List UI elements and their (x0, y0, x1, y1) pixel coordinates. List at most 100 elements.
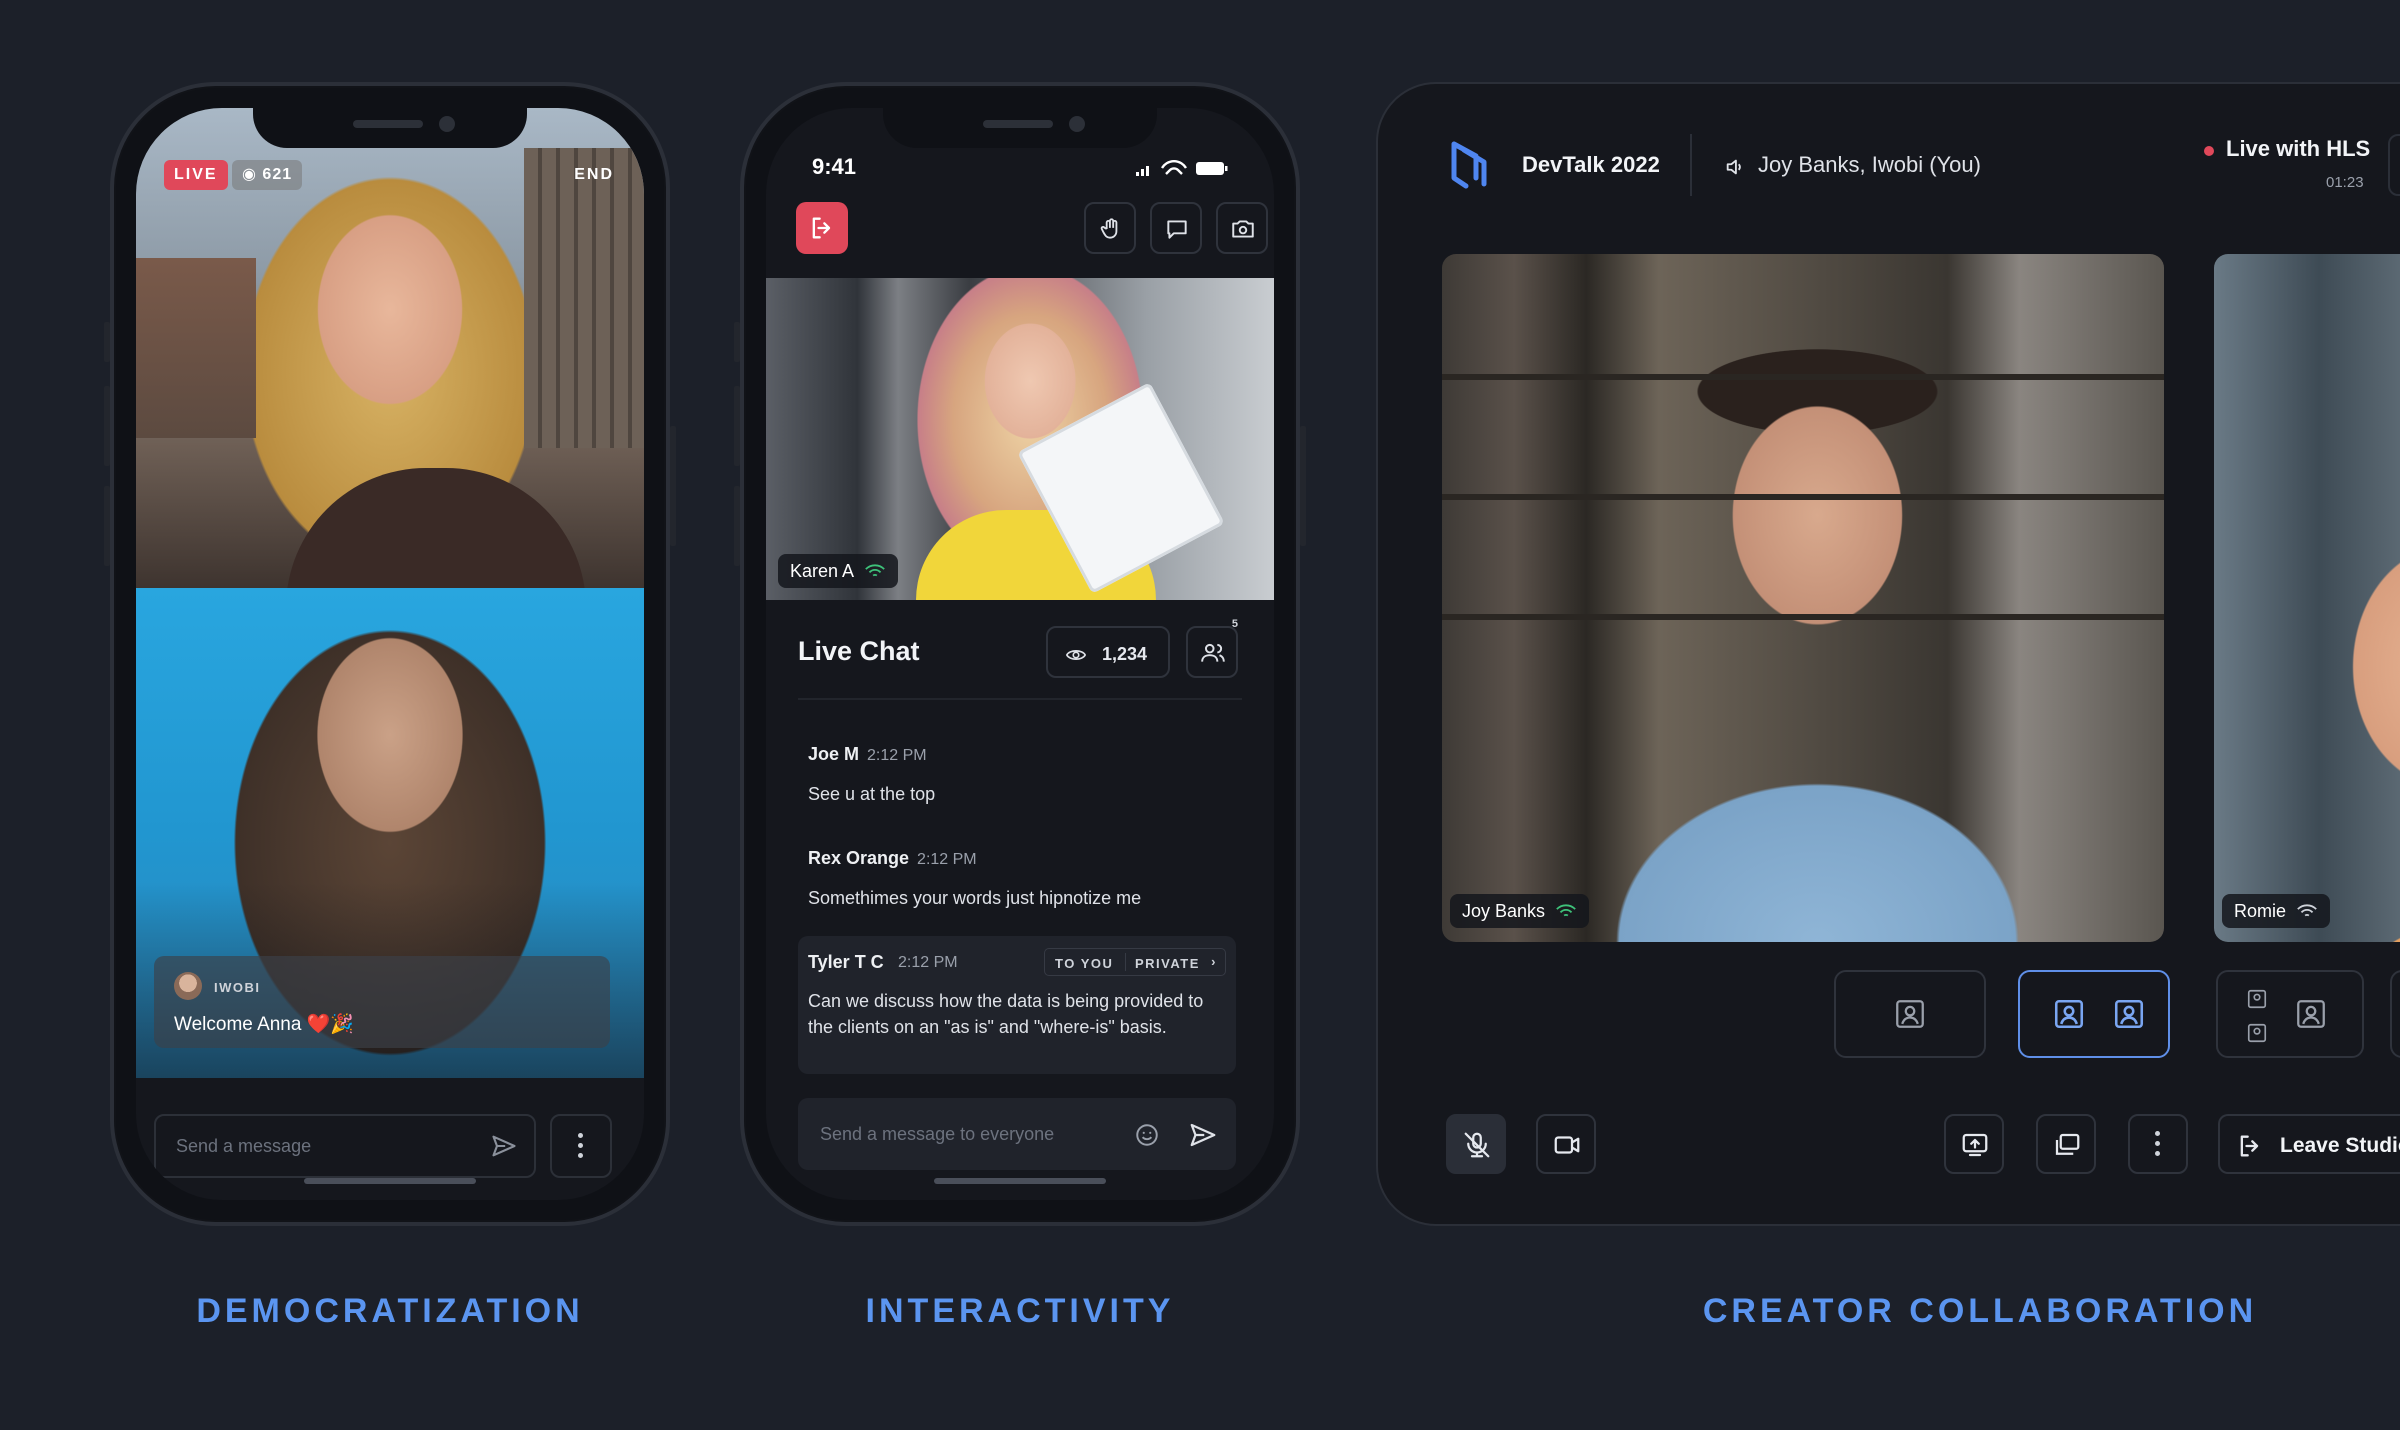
leave-studio-button[interactable]: Leave Studio (2218, 1114, 2400, 1174)
live-timer: 01:23 (2326, 174, 2364, 191)
people-icon (1201, 643, 1225, 662)
mic-toggle-button[interactable] (1446, 1114, 1506, 1174)
live-status[interactable]: Live with HLS (2226, 136, 2370, 162)
participants-count: 5 (1231, 618, 1238, 630)
chat-text: Can we discuss how the data is being pro… (808, 991, 1204, 1037)
camera-icon (1554, 1136, 1580, 1154)
chat-message-overlay: IWOBI Welcome Anna ❤️🎉 (154, 956, 610, 1048)
private-recipient-tag[interactable]: TO YOU PRIVATE › (1044, 948, 1226, 976)
video-tile-side[interactable]: Romie (2214, 254, 2400, 942)
chat-icon (1167, 220, 1187, 239)
viewer-count: 621 (262, 166, 293, 183)
caption-creator-collaboration: CREATOR COLLABORATION (1702, 1292, 2258, 1330)
end-stream-button[interactable]: END (574, 166, 614, 184)
phone-side-button (104, 322, 110, 362)
divider (798, 698, 1242, 700)
phone-screen: 9:41 Karen A Live Chat 1,234 5 Joe M 2:1… (766, 108, 1274, 1200)
signal-icon (1556, 904, 1576, 917)
phone-interactivity: 9:41 Karen A Live Chat 1,234 5 Joe M 2:1… (734, 82, 1306, 1226)
participants-button[interactable]: 5 (1186, 618, 1238, 678)
active-speakers: Joy Banks, Iwobi (You) (1758, 152, 1981, 177)
chat-author: Rex Orange (808, 848, 910, 868)
person-frame-icon (2297, 1000, 2325, 1028)
message-placeholder: Send a message to everyone (820, 1124, 1055, 1144)
logo-icon (1451, 141, 1487, 189)
camera-toggle-button[interactable] (1536, 1114, 1596, 1174)
participant-name: Karen A (790, 561, 855, 581)
leave-button[interactable] (796, 202, 848, 254)
chat-message: Rex Orange 2:12 PM Somethimes your words … (808, 848, 1141, 911)
participant-name-tag: Karen A (778, 554, 899, 588)
layout-side-by-side-button[interactable] (2018, 970, 2170, 1058)
avatar (174, 972, 202, 1000)
video-tile-host[interactable] (766, 278, 1274, 600)
signal-icon (865, 564, 885, 577)
share-screen-icon (1962, 1133, 1988, 1157)
phone-notch (883, 108, 1157, 148)
chat-message: Joe M 2:12 PM See u at the top (808, 744, 935, 807)
share-screen-button[interactable] (1944, 1114, 2004, 1174)
raise-hand-button[interactable] (1084, 202, 1136, 254)
switch-camera-button[interactable] (1216, 202, 1268, 254)
eye-icon (1065, 650, 1087, 660)
message-placeholder: Send a message (176, 1136, 312, 1156)
live-indicator-dot (2204, 146, 2214, 156)
eye-icon: ◉ (242, 166, 257, 183)
layout-grid-button[interactable] (2216, 970, 2364, 1058)
person-frame-icon (2247, 989, 2267, 1009)
chat-text: Welcome Anna ❤️🎉 (174, 1014, 355, 1035)
chevron-right-icon: › (1211, 954, 1217, 969)
video-tile-main[interactable]: Joy Banks (1442, 254, 2164, 942)
person-frame-icon (2114, 999, 2144, 1029)
more-options-button[interactable] (2128, 1114, 2188, 1174)
phone-side-button (734, 322, 740, 362)
message-input[interactable]: Send a message (154, 1114, 536, 1178)
chat-author: Joe M (808, 744, 860, 764)
chat-time: 2:12 PM (917, 851, 977, 868)
phone-screen: LIVE ◉ 621 END IWOBI Welcome Anna ❤️🎉 Se… (136, 108, 644, 1200)
chat-time: 2:12 PM (867, 747, 927, 764)
hand-raise-icon (1100, 218, 1118, 239)
header-action-button[interactable] (2388, 134, 2400, 196)
live-badge: LIVE (164, 160, 228, 190)
status-time: 9:41 (812, 154, 857, 179)
chat-author: Tyler T C (808, 952, 884, 972)
emoji-icon[interactable] (1134, 1122, 1160, 1148)
chat-author: IWOBI (214, 980, 261, 995)
status-icons (1136, 160, 1228, 176)
participant-name-tag: Romie (2222, 894, 2331, 928)
leave-icon (2240, 1135, 2259, 1157)
layout-more-button[interactable] (2390, 970, 2400, 1058)
phone-side-button (1300, 426, 1306, 546)
layout-single-button[interactable] (1834, 970, 1986, 1058)
leave-studio-label: Leave Studio (2280, 1134, 2400, 1157)
live-chat-title: Live Chat (798, 636, 920, 666)
participant-name-tag: Joy Banks (1450, 894, 1590, 928)
signal-icon (2297, 904, 2317, 917)
send-icon[interactable] (1188, 1120, 1218, 1150)
person-frame-icon (1896, 1000, 1924, 1028)
participant-name: Joy Banks (1462, 901, 1546, 921)
send-icon[interactable] (490, 1132, 518, 1160)
studio-panel: DevTalk 2022 Joy Banks, Iwobi (You) Live… (1376, 82, 2400, 1226)
home-indicator (934, 1178, 1106, 1184)
more-options-button[interactable] (550, 1114, 612, 1178)
phone-democratization: LIVE ◉ 621 END IWOBI Welcome Anna ❤️🎉 Se… (104, 82, 676, 1226)
phone-notch (253, 108, 527, 148)
viewer-count-badge: ◉ 621 (232, 160, 303, 190)
view-count: 1,234 (1102, 644, 1148, 664)
more-vertical-icon (578, 1133, 584, 1159)
caption-interactivity: INTERACTIVITY (865, 1292, 1175, 1330)
private-label: PRIVATE (1135, 956, 1200, 971)
message-input[interactable]: Send a message to everyone (798, 1098, 1236, 1170)
chat-text: See u at the top (808, 784, 936, 804)
phone-side-button (734, 486, 740, 566)
phone-side-button (670, 426, 676, 546)
phone-side-button (104, 386, 110, 466)
phone-side-button (104, 486, 110, 566)
caption-democratization: DEMOCRATIZATION (196, 1292, 584, 1330)
pip-icon (2055, 1133, 2080, 1155)
chat-button[interactable] (1150, 202, 1202, 254)
more-vertical-icon (2155, 1131, 2161, 1157)
pip-button[interactable] (2036, 1114, 2096, 1174)
